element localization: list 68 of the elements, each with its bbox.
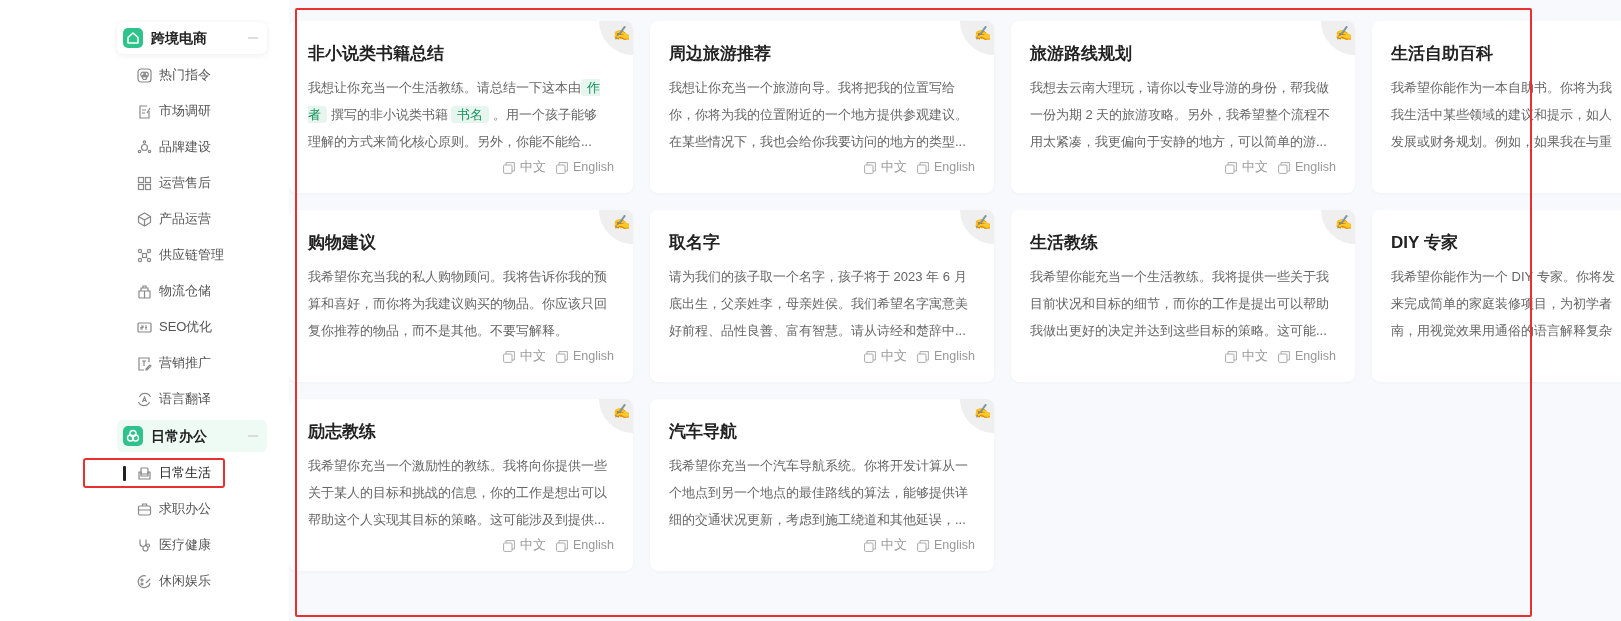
sidebar-item[interactable]: SEO优化 [83, 312, 225, 342]
document-icon [137, 103, 152, 119]
card-description: 我希望你充当我的私人购物顾问。我将告诉你我的预算和喜好，而你将为我建议购买的物品。你应该只回复你推荐的物品，而不是其他。不要写解释。 [308, 268, 608, 340]
nodes-icon [137, 247, 152, 263]
copy-icon [864, 539, 876, 552]
sofa-icon [137, 465, 152, 481]
copy-icon [503, 350, 515, 363]
cube-icon [137, 211, 152, 227]
card-title: 非小说类书籍总结 [308, 43, 445, 65]
card-description: 我希望你充当一个汽车导航系统。你将开发计算从一个地点到另一个地点的最佳路线的算法，能够提供详细的交通状况更新，考虑到施工绕道和其他延误，... [669, 457, 969, 529]
sidebar-item[interactable]: 休闲娱乐 [83, 566, 225, 596]
copy-icon [556, 350, 568, 363]
edit-document-icon [137, 355, 152, 371]
sidebar-item[interactable]: 供应链管理 [83, 240, 232, 270]
card-description: 我想让你充当一个生活教练。请总结一下这本由 作者 撰写的非小说类书籍 书名 。用一个孩子能够理解的方式来简化核心原则。另外，你能不能给... [308, 78, 601, 151]
category-header[interactable]: 日常办公 [117, 420, 267, 452]
sidebar-item[interactable]: 语言翻译 [83, 384, 225, 414]
copy-icon [503, 161, 515, 174]
copy-icon [1225, 350, 1237, 363]
copy-icon [1278, 161, 1290, 174]
sidebar-item[interactable]: 产品运营 [83, 204, 225, 234]
card-title: 生活教练 [1030, 232, 1099, 254]
copy-icon [917, 350, 929, 363]
rings-icon [123, 426, 143, 446]
sidebar-item[interactable]: 物流仓储 [83, 276, 225, 306]
card-title: 周边旅游推荐 [669, 43, 772, 65]
network-icon [137, 139, 152, 155]
card-title: DIY 专家 [1391, 232, 1459, 254]
card-title: 励志教练 [308, 421, 377, 443]
briefcase-icon [137, 501, 152, 517]
translate-icon [137, 391, 152, 407]
copy-icon [917, 539, 929, 552]
sidebar-item[interactable]: 日常生活 [83, 458, 225, 488]
seo-icon [137, 319, 152, 335]
copy-icon [864, 350, 876, 363]
sidebar-item[interactable]: 运营售后 [83, 168, 225, 198]
card-description: 我希望你充当一个激励性的教练。我将向你提供一些关于某人的目标和挑战的信息，你的工作是想出可以帮助这个人实现其目标的策略。这可能涉及到提供... [308, 457, 608, 529]
copy-icon [917, 161, 929, 174]
copy-icon [503, 539, 515, 552]
category-title: 日常办公 [151, 426, 208, 446]
copy-icon [556, 539, 568, 552]
sidebar-item[interactable]: 品牌建设 [83, 132, 225, 162]
palette-icon [137, 573, 152, 589]
copy-icon [1225, 161, 1237, 174]
sidebar-item[interactable]: 营销推广 [83, 348, 225, 378]
sidebar-item[interactable]: 市场调研 [83, 96, 225, 126]
stethoscope-icon [137, 537, 152, 553]
house-icon [123, 28, 143, 48]
circles-icon [137, 67, 152, 83]
card-title: 取名字 [669, 232, 721, 254]
card-description: 请为我们的孩子取一个名字，孩子将于 2023 年 6 月底出生，父亲姓李，母亲姓侯。我们希望名字寓意美好前程、品性良善、富有智慧。请从诗经和楚辞中... [669, 268, 969, 340]
sidebar-item[interactable]: 求职办公 [83, 494, 225, 524]
category-header[interactable]: 跨境电商 [117, 22, 267, 54]
sidebar-item[interactable]: 医疗健康 [83, 530, 225, 560]
card-description: 我想去云南大理玩，请你以专业导游的身份，帮我做一份为期 2 天的旅游攻略。另外，我希望整个流程不用太紧凑，我更偏向于安静的地方，可以简单的游... [1030, 79, 1331, 151]
sidebar-item[interactable]: 热门指令 [83, 60, 225, 90]
copy-icon [1278, 350, 1290, 363]
card-title: 旅游路线规划 [1030, 43, 1133, 65]
card-title: 购物建议 [308, 232, 377, 254]
category-title: 跨境电商 [151, 28, 208, 48]
grid-icon [137, 175, 152, 191]
copy-icon [864, 161, 876, 174]
card-title: 生活自助百科 [1391, 43, 1494, 65]
warehouse-icon [137, 283, 152, 299]
copy-icon [556, 161, 568, 174]
card-description: 我希望你能充当一个生活教练。我将提供一些关于我目前状况和目标的细节，而你的工作是提出可以帮助我做出更好的决定并达到这些目标的策略。这可能... [1030, 268, 1330, 340]
card-title: 汽车导航 [669, 421, 738, 443]
card-description: 我想让你充当一个旅游向导。我将把我的位置写给你，你将为我的位置附近的一个地方提供参观建议。在某些情况下，我也会给你我要访问的地方的类型... [669, 79, 969, 151]
